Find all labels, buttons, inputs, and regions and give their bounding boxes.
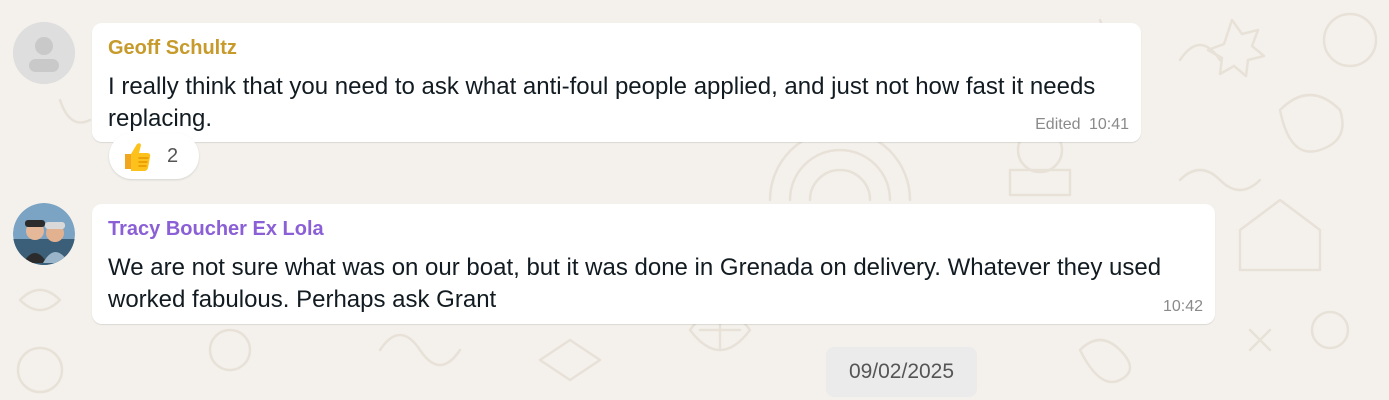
sender-name[interactable]: Tracy Boucher Ex Lola	[108, 218, 324, 241]
avatar[interactable]	[13, 22, 75, 84]
message-bubble[interactable]: Tracy Boucher Ex Lola We are not sure wh…	[92, 204, 1215, 324]
profile-photo	[13, 203, 75, 265]
sender-name[interactable]: Geoff Schultz	[108, 37, 237, 60]
message-time: 10:41	[1088, 116, 1129, 133]
thumbs-up-icon	[125, 143, 151, 171]
message-text: I really think that you need to ask what…	[108, 73, 1096, 132]
message-meta: 10:42	[1163, 298, 1203, 316]
reaction-pill[interactable]: 2	[109, 133, 199, 179]
message-bubble[interactable]: Geoff Schultz I really think that you ne…	[92, 23, 1141, 142]
edited-label: Edited	[1035, 116, 1081, 133]
default-user-icon	[13, 22, 75, 84]
avatar[interactable]	[13, 203, 75, 265]
date-separator: 09/02/2025	[826, 347, 977, 397]
reaction-count: 2	[167, 144, 179, 167]
message-time: 10:42	[1162, 298, 1203, 315]
message-text: We are not sure what was on our boat, bu…	[108, 254, 1162, 313]
message-meta: Edited 10:41	[1035, 116, 1129, 134]
